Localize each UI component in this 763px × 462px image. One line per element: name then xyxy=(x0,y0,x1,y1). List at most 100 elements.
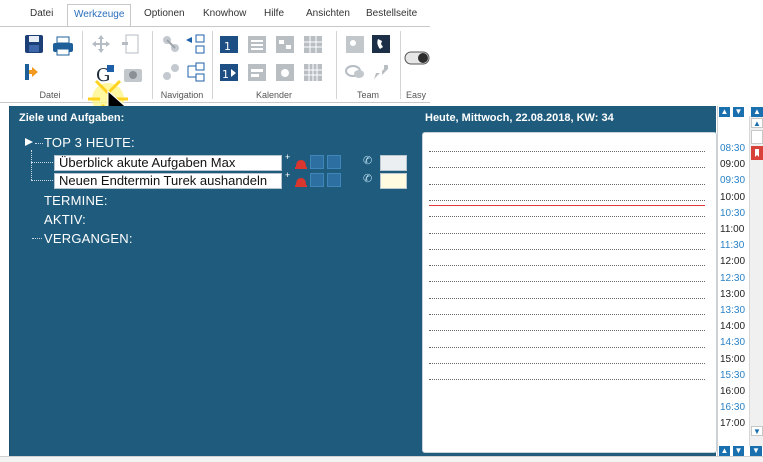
calendar-pattern-icon[interactable] xyxy=(274,61,296,83)
ribbon-group-label-easy: Easy xyxy=(405,90,426,100)
scroll-up-small-button[interactable]: ▲ xyxy=(751,118,763,128)
calendar-row-line xyxy=(429,183,705,185)
alarm-icon[interactable] xyxy=(294,157,308,169)
tree-connector xyxy=(35,143,43,144)
menu-tab-werkzeuge[interactable]: Werkzeuge xyxy=(67,4,132,27)
time-label: 12:30 xyxy=(720,272,746,284)
section-termine[interactable]: TERMINE: xyxy=(44,193,108,208)
calendar-next-icon[interactable]: 1 xyxy=(218,61,240,83)
calendar-grid-icon[interactable] xyxy=(302,33,324,55)
current-time-line xyxy=(429,205,705,206)
bookmark-icon[interactable] xyxy=(751,146,763,160)
contact-card-icon[interactable] xyxy=(344,33,366,55)
share-icon[interactable] xyxy=(370,61,392,83)
calendar-row-line xyxy=(429,346,705,348)
menu-tab-hilfe[interactable]: Hilfe xyxy=(264,8,284,19)
calendar-month-icon[interactable] xyxy=(302,61,324,83)
calendar-row-line xyxy=(429,216,705,218)
scroll-up-bottom-button[interactable]: ▲ xyxy=(719,446,730,456)
goals-title: Ziele und Aufgaben: xyxy=(19,112,125,124)
tree-connector xyxy=(31,150,32,180)
calendar-row-line xyxy=(429,281,705,283)
scroll-down-small-button[interactable]: ▼ xyxy=(751,426,763,436)
exit-icon[interactable] xyxy=(23,61,45,83)
time-label: 15:00 xyxy=(720,353,746,365)
section-top3[interactable]: TOP 3 HEUTE: xyxy=(44,135,135,150)
calendar-row-line xyxy=(429,151,705,152)
tree-connector xyxy=(31,162,55,163)
time-label: 08:30 xyxy=(720,143,746,154)
menu-tab-optionen[interactable]: Optionen xyxy=(144,8,185,19)
day-title: Heute, Mittwoch, 22.08.2018, KW: 34 xyxy=(425,112,614,124)
ribbon-separator xyxy=(400,31,401,99)
scrollbar[interactable]: ▲ ▲ ▼ xyxy=(749,107,763,446)
shuffle-icon[interactable] xyxy=(160,33,182,55)
time-label: 11:00 xyxy=(720,224,745,235)
calendar-row-line xyxy=(429,248,705,250)
ribbon-toolbar: Datei G Navigation 1 1 Kalender Team Eas… xyxy=(0,27,430,103)
scroll-top-button[interactable]: ▲ xyxy=(751,107,763,117)
note-box[interactable] xyxy=(380,173,407,189)
status-square[interactable] xyxy=(310,155,324,169)
shuffle-alt-icon[interactable] xyxy=(160,61,182,83)
calendar-row-line xyxy=(429,297,705,299)
calendar-day-icon[interactable]: 1 xyxy=(218,33,240,55)
ribbon-group-kalender: 1 1 Kalender xyxy=(214,27,334,103)
scroll-thumb[interactable] xyxy=(751,130,763,144)
tree-nav-icon[interactable] xyxy=(184,61,206,83)
menu-tab-knowhow[interactable]: Knowhow xyxy=(203,8,246,19)
time-label: 09:00 xyxy=(720,159,746,171)
menu-tab-bestellseite[interactable]: Bestellseite xyxy=(366,8,417,19)
scroll-up-button[interactable]: ▲ xyxy=(719,107,730,117)
tree-connector xyxy=(32,238,42,239)
save-icon[interactable] xyxy=(23,33,45,55)
calendar-week-icon[interactable] xyxy=(246,61,268,83)
time-label: 17:00 xyxy=(720,418,746,430)
calendar-row-line xyxy=(429,330,705,332)
status-square[interactable] xyxy=(310,173,324,187)
time-label: 12:00 xyxy=(720,256,746,268)
status-square[interactable] xyxy=(327,173,341,187)
phone-icon[interactable]: ✆ xyxy=(363,172,375,186)
calendar-row-line xyxy=(429,232,705,234)
time-label: 14:30 xyxy=(720,337,746,349)
time-label: 10:30 xyxy=(720,207,746,219)
calendar-tree-icon[interactable] xyxy=(274,33,296,55)
ribbon-group-label-datei: Datei xyxy=(39,90,61,100)
phone-icon[interactable]: ✆ xyxy=(363,154,375,168)
calendar-list-icon[interactable] xyxy=(246,33,268,55)
note-box[interactable] xyxy=(380,155,407,171)
scroll-down-bottom-button[interactable]: ▼ xyxy=(733,446,744,456)
plus-icon[interactable]: + xyxy=(285,170,290,180)
move-icon[interactable] xyxy=(90,33,112,55)
task-item[interactable]: Überblick akute Aufgaben Max xyxy=(54,155,282,171)
phone-book-icon[interactable] xyxy=(370,33,392,55)
menu-tab-ansichten[interactable]: Ansichten xyxy=(306,8,350,19)
toggle-switch-icon[interactable] xyxy=(404,51,430,65)
menu-bar: Datei Werkzeuge Optionen Knowhow Hilfe A… xyxy=(0,0,763,27)
time-label: 10:00 xyxy=(720,191,746,203)
task-item[interactable]: Neuen Endtermin Turek aushandeln xyxy=(54,173,282,189)
plus-icon[interactable]: + xyxy=(285,152,290,162)
calendar-row-line xyxy=(429,167,705,169)
ribbon-separator xyxy=(212,31,213,99)
time-label: 09:30 xyxy=(720,175,746,187)
section-vergangen[interactable]: VERGANGEN: xyxy=(44,231,133,246)
time-label: 13:00 xyxy=(720,288,746,300)
menu-tab-datei[interactable]: Datei xyxy=(30,8,53,19)
printer-icon[interactable] xyxy=(51,35,75,57)
alarm-icon[interactable] xyxy=(294,175,308,187)
flowchart-icon[interactable] xyxy=(184,33,206,55)
ribbon-group-label-team: Team xyxy=(356,90,379,100)
day-calendar[interactable] xyxy=(422,132,717,453)
ribbon-group-easy: Easy xyxy=(402,27,430,103)
status-square[interactable] xyxy=(327,155,341,169)
door-icon[interactable] xyxy=(120,33,142,55)
scroll-bottom-button[interactable]: ▼ xyxy=(750,446,762,456)
chat-icon[interactable] xyxy=(344,61,366,83)
tree-connector xyxy=(31,180,55,181)
scroll-down-button[interactable]: ▼ xyxy=(733,107,744,117)
expand-arrow-icon[interactable] xyxy=(24,137,34,147)
section-aktiv[interactable]: AKTIV: xyxy=(44,212,86,227)
time-label: 14:00 xyxy=(720,321,746,333)
